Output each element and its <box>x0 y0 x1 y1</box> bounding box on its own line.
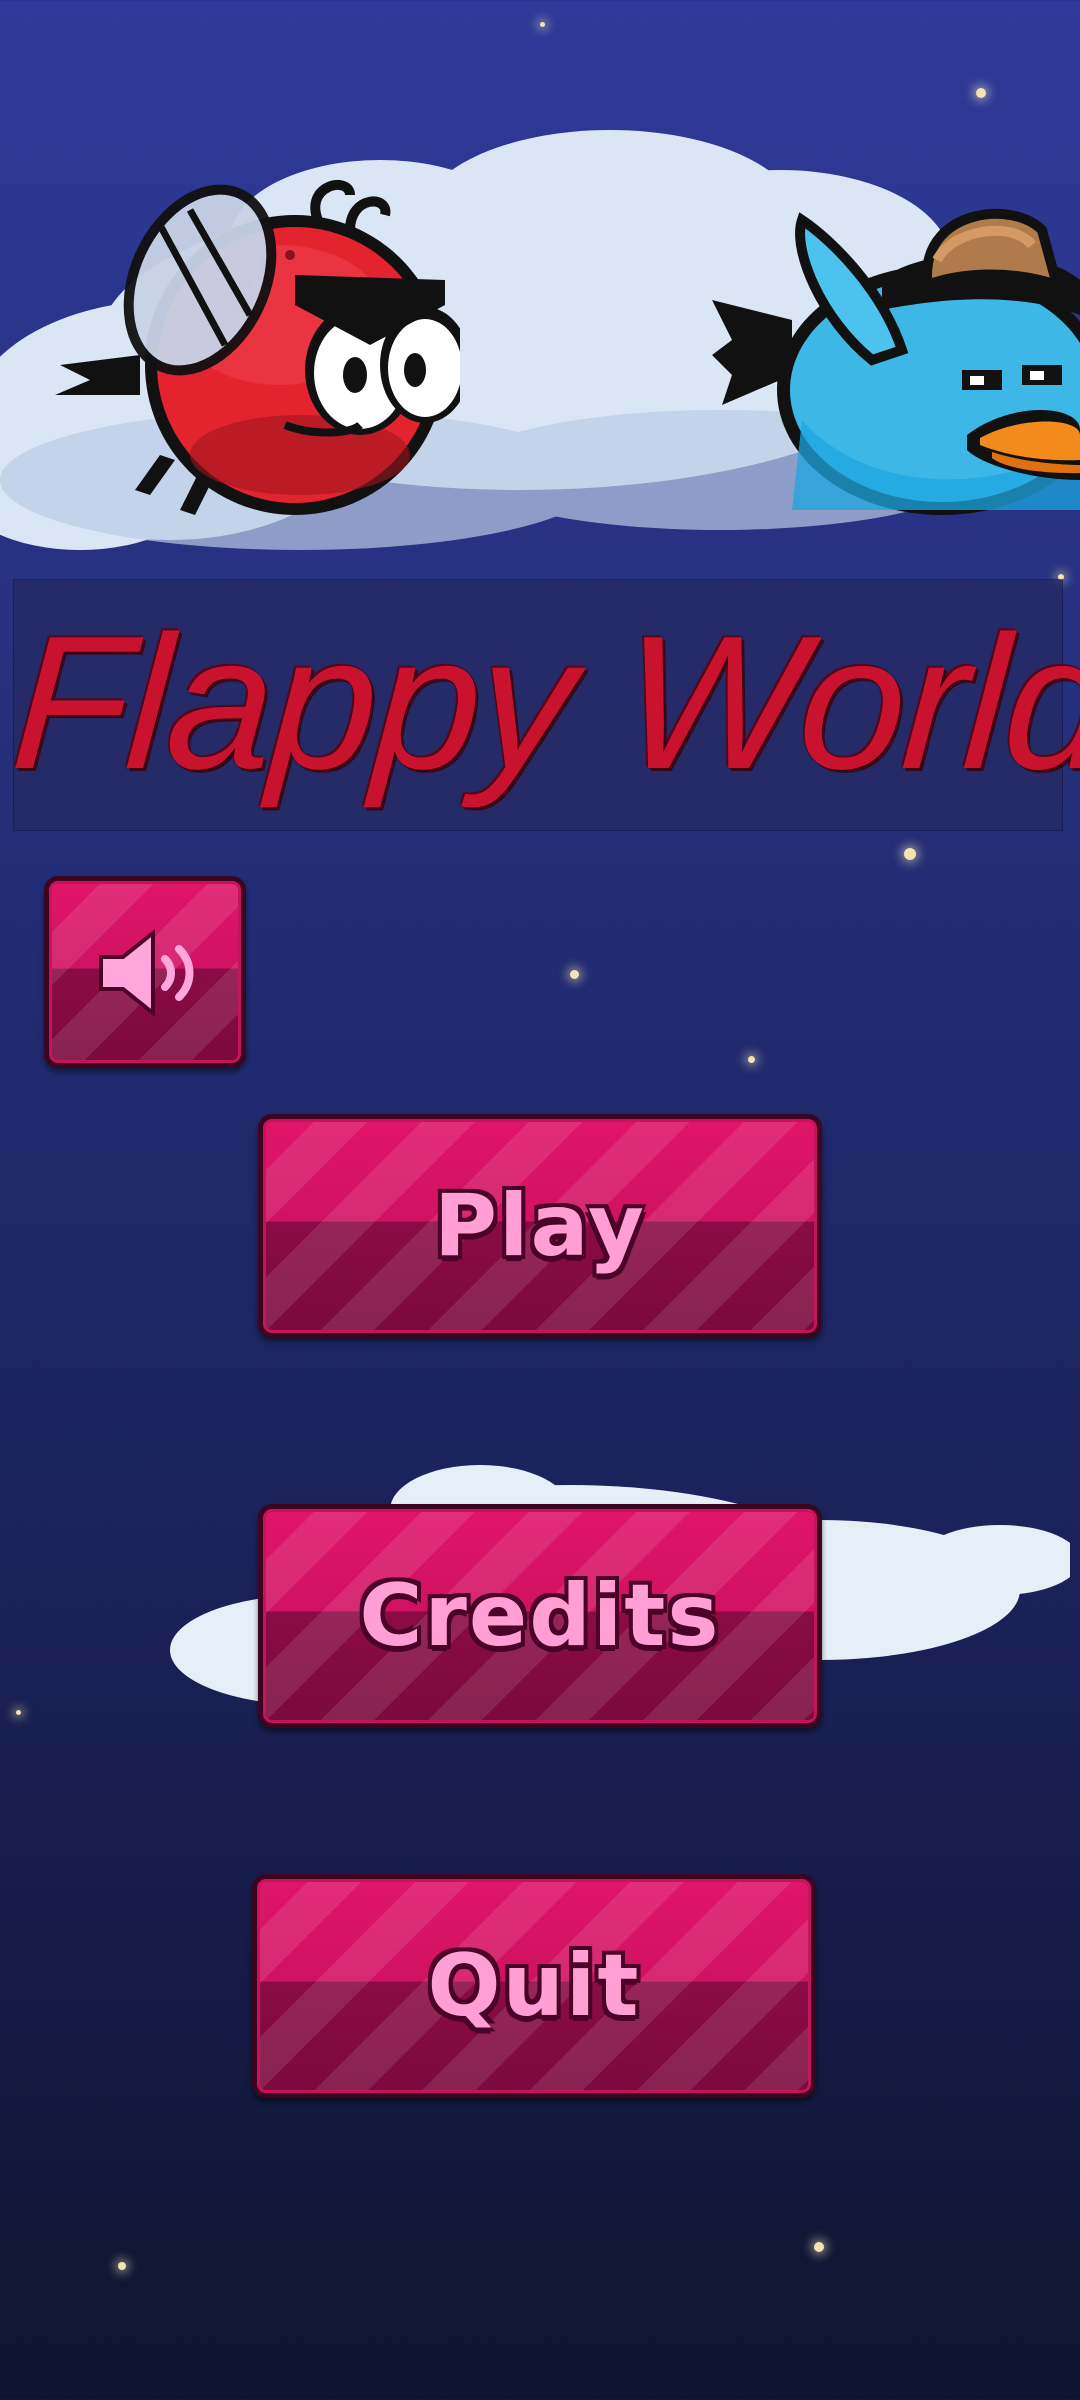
sound-toggle-button[interactable] <box>44 876 246 1068</box>
speaker-icon <box>99 928 194 1018</box>
title-banner: Flappy World <box>7 580 1080 830</box>
star <box>16 1710 21 1715</box>
credits-button-label: Credits <box>359 1566 721 1666</box>
star <box>118 2262 126 2270</box>
star <box>748 1056 755 1063</box>
play-button[interactable]: Play <box>258 1114 822 1338</box>
quit-button[interactable]: Quit <box>252 1874 816 2098</box>
play-button-label: Play <box>434 1176 646 1276</box>
star <box>904 848 916 860</box>
red-bird-icon <box>55 180 460 515</box>
star <box>540 22 545 27</box>
star <box>814 2242 824 2252</box>
game-title: Flappy World <box>6 597 1080 809</box>
star <box>570 970 579 979</box>
quit-button-label: Quit <box>427 1936 641 2036</box>
credits-button[interactable]: Credits <box>258 1504 822 1728</box>
blue-bird-icon <box>712 208 1080 515</box>
